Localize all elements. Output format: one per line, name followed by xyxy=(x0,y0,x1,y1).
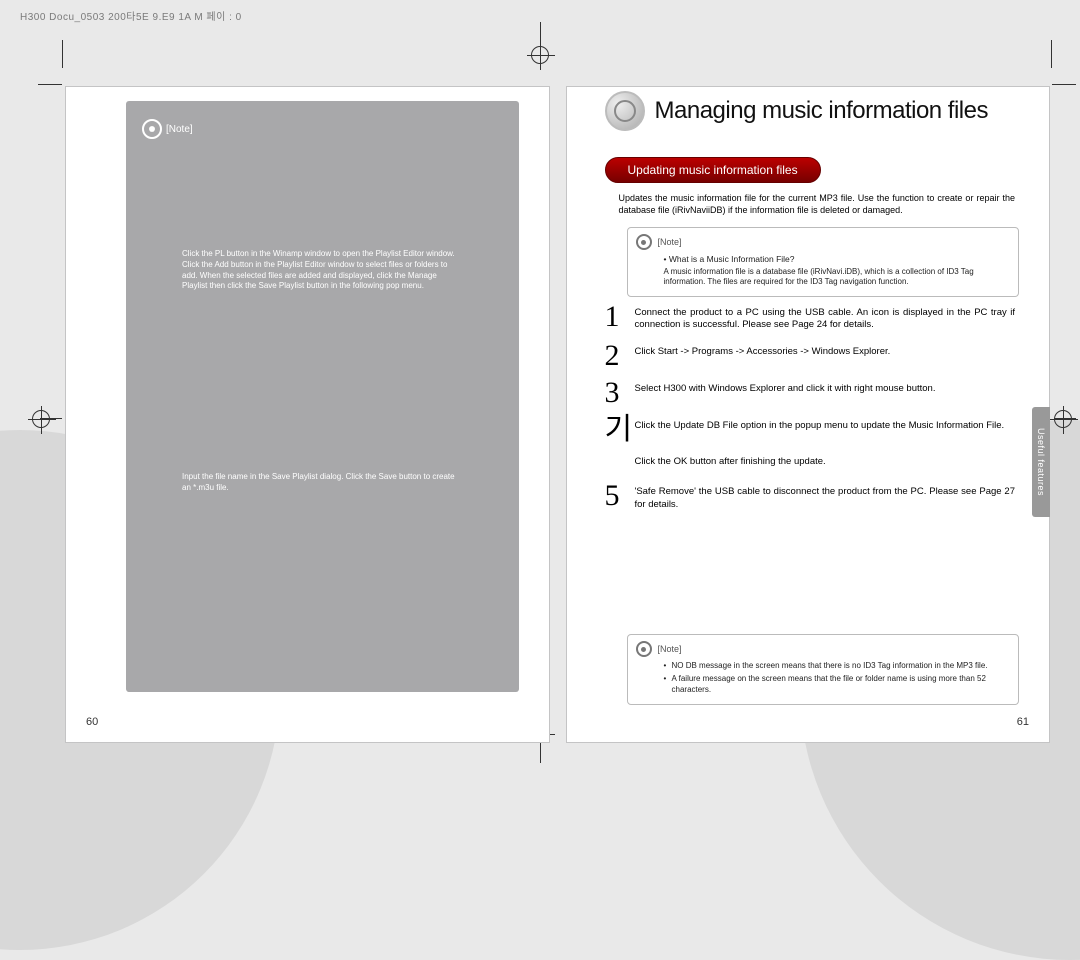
intro-paragraph: Updates the music information file for t… xyxy=(619,193,1016,216)
note-label: [Note] xyxy=(658,644,682,654)
crop-mark xyxy=(62,40,63,68)
section-pill: Updating music information files xyxy=(605,157,821,183)
crop-mark xyxy=(540,22,541,44)
note-bullet-2: A failure message on the screen means th… xyxy=(664,674,1009,695)
note-header: [Note] xyxy=(142,119,193,139)
note-panel: [Note] Click the PL button in the Winamp… xyxy=(126,101,519,692)
step-1: 1 Connect the product to a PC using the … xyxy=(605,303,1016,332)
note-question: • What is a Music Information File? xyxy=(664,254,1009,265)
step-number: 2 xyxy=(605,342,625,369)
page-number-right: 61 xyxy=(1017,716,1029,728)
step-number: 기 xyxy=(605,416,625,443)
document-header-meta: H300 Docu_0503 200타5E 9.E9 1A M 페이 : 0 xyxy=(20,8,242,23)
step-text-extra: Click the OK button after finishing the … xyxy=(635,432,1016,468)
note-box-bottom: [Note] NO DB message in the screen means… xyxy=(627,634,1020,705)
registration-mark xyxy=(32,410,50,428)
note-box-top: [Note] • What is a Music Information Fil… xyxy=(627,227,1020,297)
note-body: A music information file is a database f… xyxy=(664,267,1009,288)
registration-mark xyxy=(531,46,549,64)
step-3: 3 Select H300 with Windows Explorer and … xyxy=(605,379,1016,406)
step-text: Click the Update DB File option in the p… xyxy=(635,416,1016,432)
step-number: 3 xyxy=(605,379,625,406)
note-label: [Note] xyxy=(658,237,682,247)
step-text: Connect the product to a PC using the US… xyxy=(635,303,1016,332)
cd-icon xyxy=(142,119,162,139)
note-bullet-1: NO DB message in the screen means that t… xyxy=(664,661,1009,671)
step-number: 1 xyxy=(605,303,625,330)
cd-icon xyxy=(636,234,652,250)
step-4: 기 Click the Update DB File option in the… xyxy=(605,416,1016,469)
step-text: 'Safe Remove' the USB cable to disconnec… xyxy=(635,482,1016,511)
crop-mark xyxy=(38,84,62,85)
page-title: Managing music information files xyxy=(655,97,989,125)
note-paragraph-1: Click the PL button in the Winamp window… xyxy=(182,249,463,292)
page-number-left: 60 xyxy=(86,716,98,728)
step-2: 2 Click Start -> Programs -> Accessories… xyxy=(605,342,1016,369)
steps-list: 1 Connect the product to a PC using the … xyxy=(605,303,1016,521)
note-paragraph-2: Input the file name in the Save Playlist… xyxy=(182,472,463,494)
step-5: 5 'Safe Remove' the USB cable to disconn… xyxy=(605,482,1016,511)
page-title-row: Managing music information files xyxy=(605,91,1026,131)
registration-mark xyxy=(1054,410,1072,428)
side-tab-useful-features: Useful features xyxy=(1032,407,1050,517)
page-left: [Note] Click the PL button in the Winamp… xyxy=(65,86,550,743)
crop-mark xyxy=(1051,40,1052,68)
step-text: Click Start -> Programs -> Accessories -… xyxy=(635,342,1016,358)
page-right: Managing music information files Updatin… xyxy=(566,86,1051,743)
page-spread: [Note] Click the PL button in the Winamp… xyxy=(65,86,1050,743)
crop-mark xyxy=(1052,84,1076,85)
step-number: 5 xyxy=(605,482,625,509)
cd-icon xyxy=(636,641,652,657)
title-medallion-icon xyxy=(605,91,645,131)
step-text: Select H300 with Windows Explorer and cl… xyxy=(635,383,1016,395)
note-label: [Note] xyxy=(166,124,193,135)
